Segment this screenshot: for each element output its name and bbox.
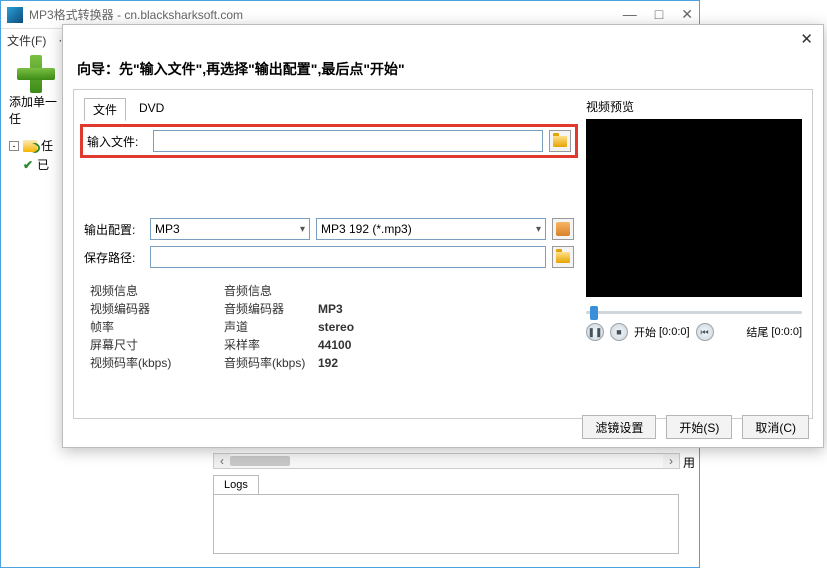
- chevron-down-icon: ▾: [300, 224, 305, 235]
- save-path-input[interactable]: [155, 250, 541, 264]
- audio-sample-value: 44100: [318, 336, 351, 354]
- end-time: [0:0:0]: [771, 326, 802, 338]
- input-file-input[interactable]: [158, 134, 538, 148]
- dialog-header: 向导：先"输入文件",再选择"输出配置",最后点"开始": [63, 53, 823, 89]
- browse-input-button[interactable]: [549, 130, 571, 152]
- video-fps-label: 帧率: [90, 318, 176, 336]
- audio-info-title: 音频信息: [224, 282, 354, 300]
- tree-label: 已: [37, 156, 49, 173]
- playback-controls: ❚❚ ■ 开始[0:0:0] ⏮ 结尾[0:0:0]: [586, 323, 802, 341]
- tab-file[interactable]: 文件: [84, 98, 126, 121]
- preview-label: 视频预览: [586, 98, 802, 115]
- save-path-label: 保存路径:: [84, 249, 144, 266]
- menu-file[interactable]: 文件(F): [7, 32, 46, 49]
- check-icon: ✔: [23, 158, 33, 172]
- video-codec-label: 视频编码器: [90, 300, 176, 318]
- logs-textarea[interactable]: [213, 494, 679, 554]
- video-info: 视频信息 视频编码器 帧率 屏幕尺寸 视频码率(kbps): [90, 282, 184, 372]
- tab-logs[interactable]: Logs: [213, 475, 259, 494]
- profile-settings-button[interactable]: [552, 218, 574, 240]
- chevron-down-icon: ▾: [536, 224, 541, 235]
- audio-channel-label: 声道: [224, 318, 310, 336]
- start-button[interactable]: 开始(S): [666, 415, 732, 439]
- folder-open-icon: [556, 252, 570, 263]
- start-time: [0:0:0]: [659, 326, 690, 338]
- main-window-title: MP3格式转换器 - cn.blacksharksoft.com: [29, 6, 623, 23]
- video-bitrate-label: 视频码率(kbps): [90, 354, 176, 372]
- input-file-label: 输入文件:: [87, 133, 147, 150]
- minimize-icon[interactable]: —: [623, 6, 637, 23]
- input-file-highlight: 输入文件:: [80, 124, 578, 158]
- mark-start-button[interactable]: ⏮: [696, 323, 714, 341]
- scroll-left-icon[interactable]: ‹: [214, 454, 230, 468]
- maximize-icon[interactable]: □: [655, 6, 663, 23]
- tree-collapse-icon[interactable]: -: [9, 141, 19, 151]
- slider-thumb[interactable]: [590, 306, 598, 320]
- folder-open-icon: [553, 136, 567, 147]
- audio-info: 音频信息 音频编码器 MP3 声道 stereo 采样率 44100 音频码率(kbp…: [224, 282, 354, 372]
- format-select[interactable]: MP3 ▾: [150, 218, 310, 240]
- scroll-thumb[interactable]: [230, 456, 290, 466]
- add-single-task-button[interactable]: 添加单一任: [9, 55, 63, 127]
- cancel-button[interactable]: 取消(C): [742, 415, 809, 439]
- input-file-field[interactable]: [153, 130, 543, 152]
- app-icon: [7, 7, 23, 23]
- tab-dvd[interactable]: DVD: [130, 98, 173, 121]
- save-path-field[interactable]: [150, 246, 546, 268]
- format-value: MP3: [155, 222, 180, 236]
- right-trunc-label: 用: [683, 454, 695, 471]
- folder-refresh-icon: [23, 140, 37, 152]
- video-size-label: 屏幕尺寸: [90, 336, 176, 354]
- dialog-footer: 滤镜设置 开始(S) 取消(C): [582, 415, 809, 439]
- pause-button[interactable]: ❚❚: [586, 323, 604, 341]
- stop-button[interactable]: ■: [610, 323, 628, 341]
- browse-save-button[interactable]: [552, 246, 574, 268]
- dialog-title-bar: ✕: [63, 25, 823, 53]
- add-label: 添加单一任: [9, 93, 63, 127]
- scroll-right-icon[interactable]: ›: [663, 454, 679, 468]
- audio-sample-label: 采样率: [224, 336, 310, 354]
- profile-select[interactable]: MP3 192 (*.mp3) ▾: [316, 218, 546, 240]
- wizard-dialog: ✕ 向导：先"输入文件",再选择"输出配置",最后点"开始" 文件 DVD 输入…: [62, 24, 824, 448]
- output-config-label: 输出配置:: [84, 221, 144, 238]
- source-tabs: 文件 DVD: [84, 98, 574, 121]
- audio-channel-value: stereo: [318, 318, 354, 336]
- lower-area: ‹ › Logs: [213, 453, 680, 554]
- tree-label: 任: [41, 137, 53, 154]
- audio-bitrate-value: 192: [318, 354, 338, 372]
- tool-icon: [556, 222, 570, 236]
- close-icon[interactable]: ✕: [800, 30, 813, 48]
- plus-icon: [17, 55, 55, 93]
- video-info-title: 视频信息: [90, 282, 184, 300]
- start-label: 开始: [634, 324, 656, 340]
- end-label: 结尾: [746, 324, 768, 340]
- media-info: 视频信息 视频编码器 帧率 屏幕尺寸 视频码率(kbps) 音频信息 音频编码器…: [84, 278, 574, 376]
- close-icon[interactable]: ✕: [681, 6, 693, 23]
- video-preview: [586, 119, 802, 297]
- filter-settings-button[interactable]: 滤镜设置: [582, 415, 656, 439]
- profile-value: MP3 192 (*.mp3): [321, 222, 412, 236]
- horizontal-scrollbar[interactable]: ‹ ›: [213, 453, 680, 469]
- audio-bitrate-label: 音频码率(kbps): [224, 354, 310, 372]
- audio-codec-label: 音频编码器: [224, 300, 310, 318]
- audio-codec-value: MP3: [318, 300, 343, 318]
- seek-slider[interactable]: [586, 305, 802, 319]
